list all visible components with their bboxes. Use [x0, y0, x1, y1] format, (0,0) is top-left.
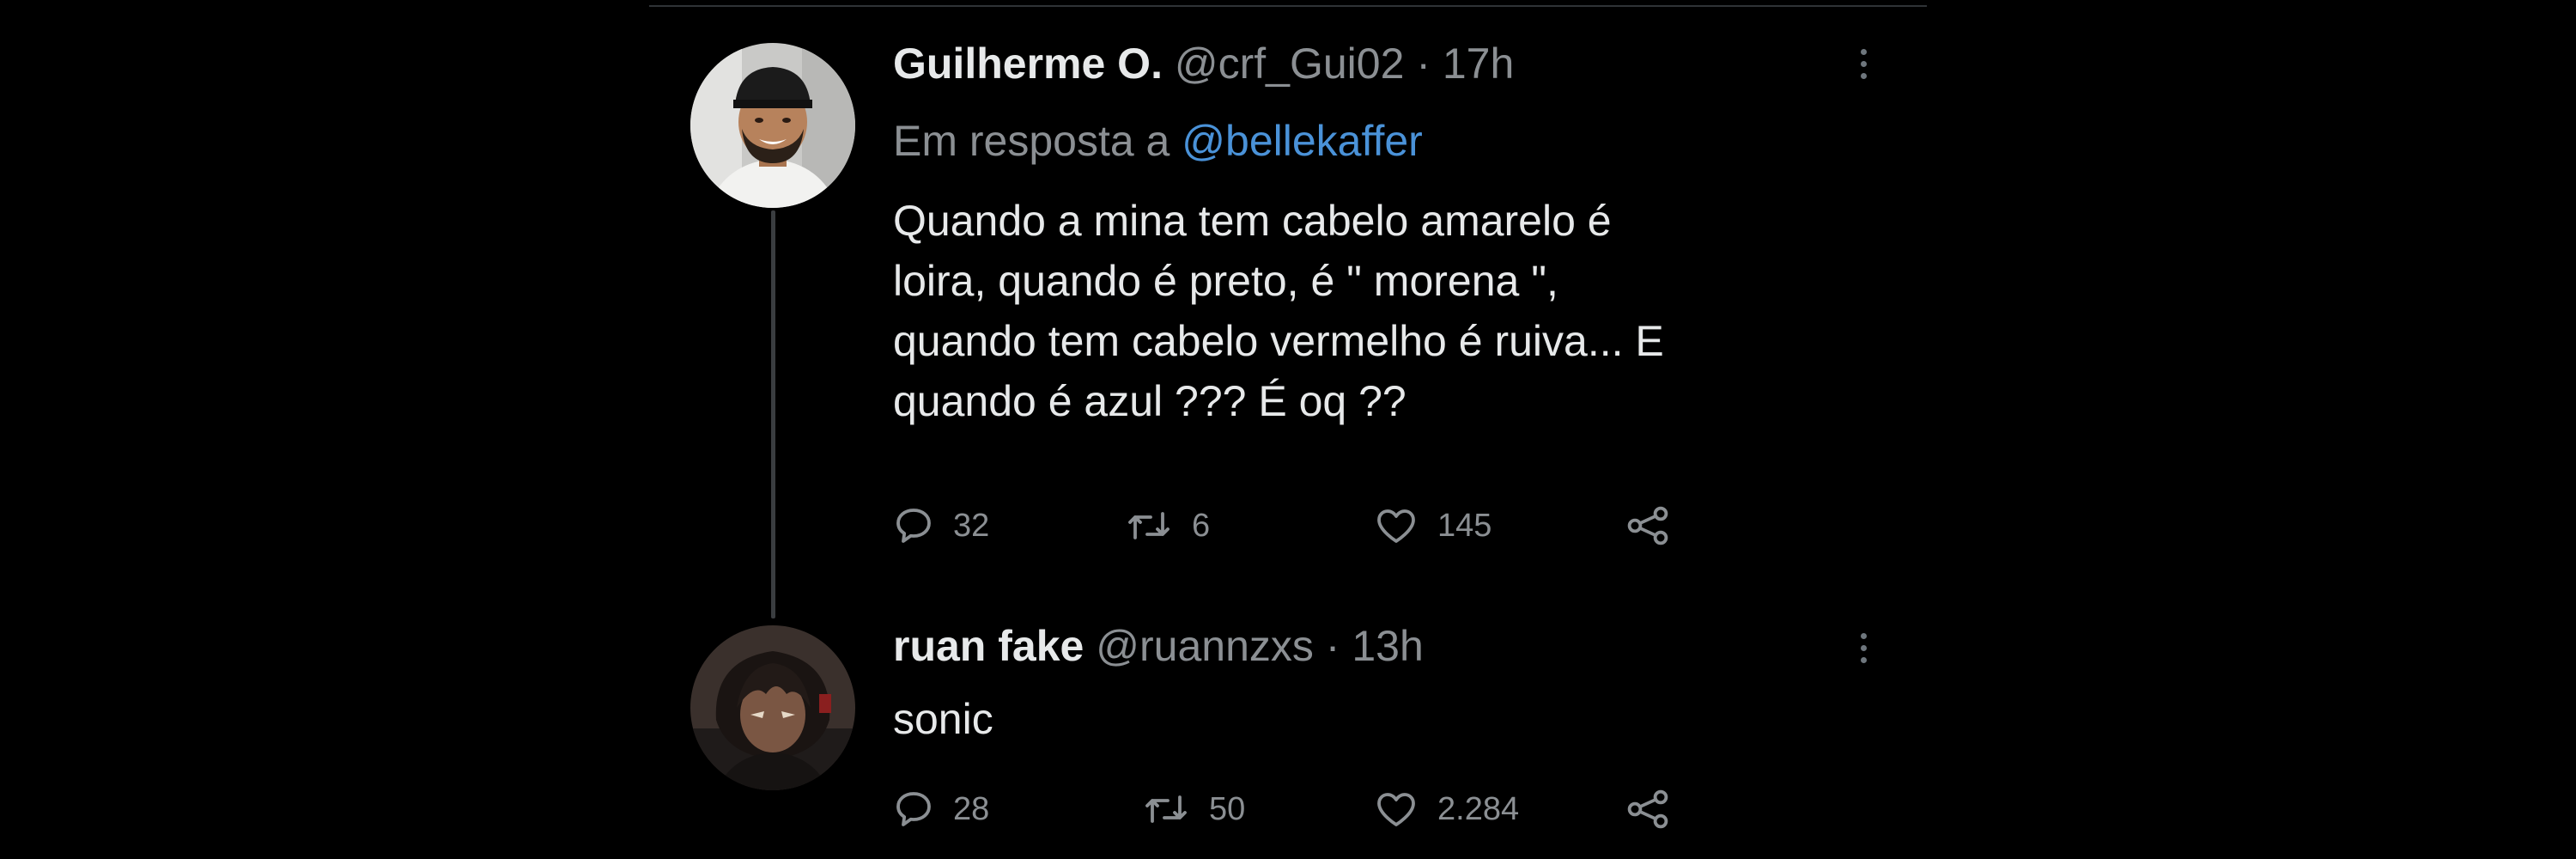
avatar[interactable] — [690, 625, 855, 790]
reply-icon — [896, 509, 931, 543]
retweet-icon — [1145, 795, 1187, 823]
separator-dot: · — [1325, 622, 1340, 670]
like-count: 2.284 — [1437, 790, 1520, 827]
tweet-text: Quando a mina tem cabelo amarelo é loira… — [893, 191, 1664, 431]
share-button[interactable] — [1625, 783, 1673, 835]
tweet-actions: 32 6 145 — [893, 500, 1700, 551]
retweet-button[interactable]: 50 — [1142, 783, 1245, 835]
reply-button[interactable]: 28 — [893, 783, 989, 835]
retweet-icon — [1128, 512, 1170, 539]
retweet-count: 50 — [1209, 790, 1246, 827]
reply-count: 28 — [953, 790, 990, 827]
display-name[interactable]: Guilherme O. — [893, 40, 1163, 88]
tweet-actions: 28 50 2.284 — [893, 783, 1700, 835]
like-button[interactable]: 2.284 — [1374, 783, 1519, 835]
like-icon — [1377, 793, 1415, 826]
timeline-column: Guilherme O. @crf_Gui02 · 17h Em respost… — [649, 0, 1927, 859]
like-icon — [1377, 509, 1415, 543]
tweet-header: ruan fake @ruannzxs · 13h — [893, 620, 1424, 672]
retweet-count: 6 — [1192, 507, 1211, 544]
avatar[interactable] — [690, 43, 855, 208]
reply-icon — [896, 792, 931, 826]
timestamp[interactable]: 17h — [1443, 40, 1514, 88]
reply-context: Em resposta a @bellekaffer — [893, 115, 1423, 167]
tweet-text-line: sonic — [893, 695, 993, 743]
user-handle[interactable]: @ruannzxs — [1096, 622, 1314, 670]
tweet-header: Guilherme O. @crf_Gui02 · 17h — [893, 38, 1514, 89]
tweet-text: sonic — [893, 689, 993, 749]
retweet-button[interactable]: 6 — [1125, 500, 1210, 551]
separator-dot: · — [1416, 40, 1431, 88]
reply-prefix: Em resposta a — [893, 117, 1170, 165]
divider — [649, 5, 1927, 7]
tweet-text-line: loira, quando é preto, é " morena ", — [893, 257, 1558, 305]
like-button[interactable]: 145 — [1374, 500, 1492, 551]
thread-line — [771, 210, 775, 618]
avatar-photo — [690, 43, 855, 208]
share-button[interactable] — [1625, 500, 1673, 551]
more-icon[interactable] — [1855, 38, 1872, 89]
share-icon — [1627, 789, 1668, 829]
reply-count: 32 — [953, 507, 990, 544]
share-icon — [1627, 506, 1668, 545]
timestamp[interactable]: 13h — [1352, 622, 1423, 670]
tweet-text-line: quando é azul ??? É oq ?? — [893, 377, 1406, 425]
tweet-text-line: Quando a mina tem cabelo amarelo é — [893, 197, 1612, 245]
user-handle[interactable]: @crf_Gui02 — [1175, 40, 1405, 88]
display-name[interactable]: ruan fake — [893, 622, 1084, 670]
reply-handle-link[interactable]: @bellekaffer — [1182, 117, 1423, 165]
avatar-photo — [690, 625, 855, 790]
tweet-text-line: quando tem cabelo vermelho é ruiva... E — [893, 317, 1664, 365]
more-icon[interactable] — [1855, 622, 1872, 673]
reply-button[interactable]: 32 — [893, 500, 989, 551]
like-count: 145 — [1437, 507, 1492, 544]
